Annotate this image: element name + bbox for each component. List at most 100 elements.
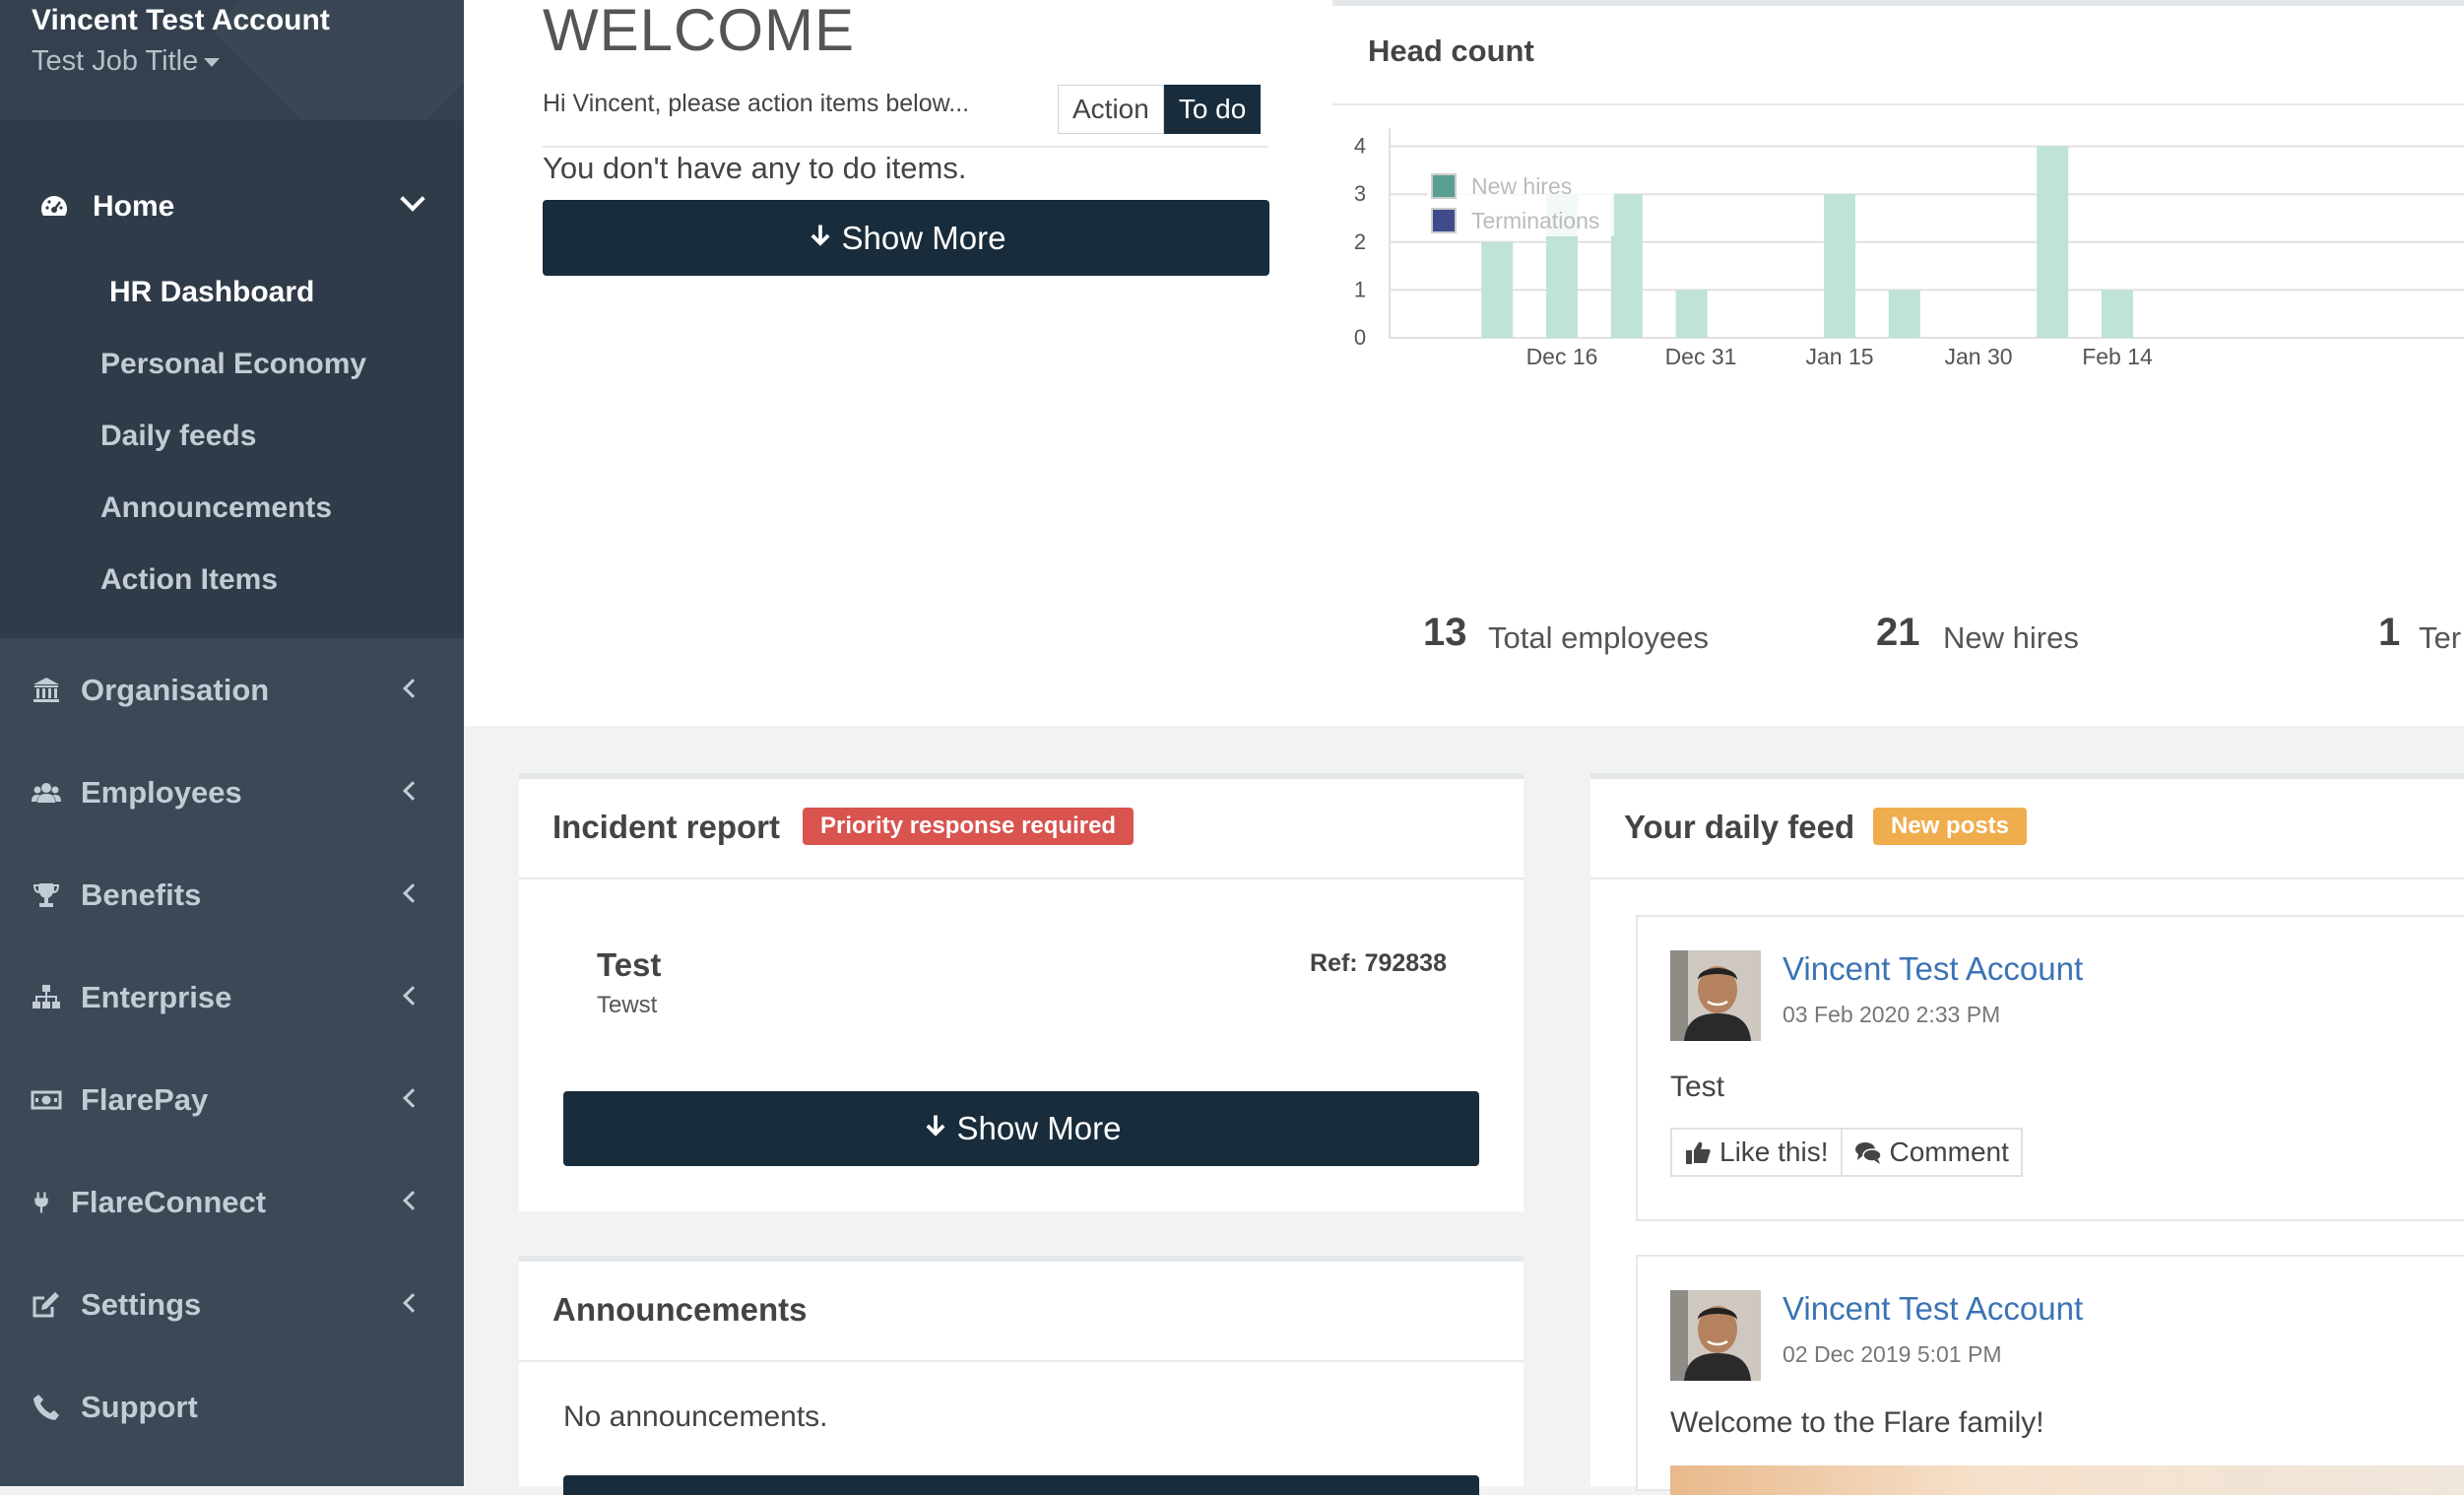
sidebar-subitem-hr-dashboard[interactable]: HR Dashboard bbox=[109, 276, 314, 309]
total-employees-count: 13 bbox=[1423, 611, 1467, 654]
sidebar-home-label: Home bbox=[93, 190, 175, 223]
phone-icon bbox=[30, 1391, 63, 1424]
trophy-icon bbox=[30, 878, 63, 912]
todo-show-more-button[interactable]: Show More bbox=[543, 200, 1269, 276]
avatar bbox=[1670, 1290, 1761, 1381]
priority-badge: Priority response required bbox=[803, 808, 1135, 845]
panel-border bbox=[1332, 0, 2464, 6]
post-actions: Like this! Comment bbox=[1670, 1128, 2023, 1177]
like-button[interactable]: Like this! bbox=[1670, 1128, 1843, 1177]
like-label: Like this! bbox=[1719, 1137, 1829, 1167]
sidebar-subitem-daily-feeds[interactable]: Daily feeds bbox=[100, 420, 256, 453]
sidebar-subitem-personal-economy[interactable]: Personal Economy bbox=[100, 348, 366, 381]
incident-report-card: Incident report Priority response requir… bbox=[519, 773, 1524, 1211]
x-tick-label: Dec 31 bbox=[1665, 344, 1737, 369]
terminations-count: 1 bbox=[2378, 611, 2401, 654]
chevron-left-icon bbox=[403, 1088, 422, 1108]
chevron-left-icon bbox=[403, 1293, 422, 1313]
incident-report-title: Incident report bbox=[552, 809, 781, 845]
incident-ref: Ref: 792838 bbox=[1310, 949, 1447, 977]
sidebar-item-flareconnect[interactable]: FlareConnect bbox=[30, 1178, 433, 1227]
money-icon bbox=[30, 1083, 63, 1117]
sitemap-icon bbox=[30, 981, 63, 1014]
job-title-dropdown[interactable]: Test Job Title bbox=[32, 45, 221, 78]
post-image bbox=[1670, 1465, 2464, 1495]
sidebar-item-employees[interactable]: Employees bbox=[30, 768, 433, 817]
announcements-show-more-button[interactable] bbox=[563, 1475, 1479, 1495]
avatar bbox=[1670, 950, 1761, 1041]
arrow-down-icon bbox=[807, 220, 834, 257]
new-hires-count: 21 bbox=[1876, 611, 1920, 654]
sidebar-subitem-announcements[interactable]: Announcements bbox=[100, 491, 332, 525]
post-date: 02 Dec 2019 5:01 PM bbox=[1783, 1341, 2002, 1367]
total-employees-label: Total employees bbox=[1488, 620, 1710, 655]
divider bbox=[519, 878, 1524, 879]
sidebar-item-benefits[interactable]: Benefits bbox=[30, 871, 433, 920]
chart-bar bbox=[2037, 146, 2069, 338]
legend-label: Terminations bbox=[1471, 208, 1599, 233]
sidebar-item-label: Enterprise bbox=[81, 980, 232, 1014]
chevron-left-icon bbox=[403, 781, 422, 801]
arrow-down-icon bbox=[922, 1110, 949, 1147]
announcements-title: Announcements bbox=[552, 1291, 808, 1328]
users-icon bbox=[30, 776, 63, 810]
feed-post: Vincent Test Account 02 Dec 2019 5:01 PM… bbox=[1636, 1255, 2464, 1495]
chevron-down-icon bbox=[400, 186, 425, 212]
headcount-title: Head count bbox=[1368, 33, 1534, 68]
bank-icon bbox=[30, 674, 63, 707]
comment-button[interactable]: Comment bbox=[1842, 1128, 2023, 1177]
show-more-label: Show More bbox=[956, 1110, 1122, 1146]
sidebar-item-organisation[interactable]: Organisation bbox=[30, 666, 433, 715]
chart-bar bbox=[1888, 290, 1920, 338]
announcements-empty-text: No announcements. bbox=[563, 1400, 828, 1433]
page-title: WELCOME bbox=[543, 0, 856, 63]
divider bbox=[543, 146, 1267, 148]
chart-bar bbox=[1610, 194, 1643, 338]
post-author-link[interactable]: Vincent Test Account bbox=[1783, 1290, 2083, 1328]
chevron-left-icon bbox=[403, 1191, 422, 1210]
incident-show-more-button[interactable]: Show More bbox=[563, 1091, 1479, 1166]
show-more-label: Show More bbox=[841, 219, 1006, 256]
incident-item-title[interactable]: Test bbox=[597, 946, 661, 984]
sidebar-item-home[interactable]: Home bbox=[37, 182, 431, 231]
toggle-action[interactable]: Action bbox=[1058, 85, 1164, 134]
chart-bar bbox=[1675, 290, 1708, 338]
sidebar-subitem-action-items[interactable]: Action Items bbox=[100, 563, 278, 597]
sidebar-item-label: FlareConnect bbox=[71, 1185, 267, 1219]
todo-empty-text: You don't have any to do items. bbox=[543, 151, 967, 185]
sidebar-item-label: Benefits bbox=[81, 878, 202, 912]
sidebar-item-settings[interactable]: Settings bbox=[30, 1280, 433, 1330]
divider bbox=[519, 1360, 1524, 1362]
comments-icon bbox=[1854, 1142, 1882, 1164]
y-tick-label: 2 bbox=[1354, 229, 1366, 254]
job-title-label: Test Job Title bbox=[32, 45, 199, 77]
chart-bar bbox=[2102, 290, 2133, 338]
action-todo-toggle: Action To do bbox=[1058, 85, 1262, 134]
headcount-panel: Head count 012345Dec 16Dec 31Jan 15Jan 3… bbox=[1332, 0, 2464, 726]
welcome-subtitle: Hi Vincent, please action items below... bbox=[543, 90, 970, 117]
caret-down-icon bbox=[204, 57, 221, 67]
chevron-left-icon bbox=[403, 883, 422, 903]
y-tick-label: 4 bbox=[1354, 134, 1366, 159]
sidebar-item-label: FlarePay bbox=[81, 1082, 209, 1117]
post-text: Test bbox=[1670, 1071, 1725, 1103]
divider bbox=[1590, 878, 2464, 879]
sidebar-item-label: Employees bbox=[81, 775, 242, 810]
thumbs-up-icon bbox=[1686, 1141, 1711, 1164]
toggle-todo[interactable]: To do bbox=[1163, 85, 1262, 134]
sidebar-item-flarepay[interactable]: FlarePay bbox=[30, 1075, 433, 1125]
post-text: Welcome to the Flare family! bbox=[1670, 1406, 2044, 1439]
y-tick-label: 0 bbox=[1354, 325, 1366, 350]
terminations-label: Ter bbox=[2419, 620, 2462, 655]
sidebar-item-support[interactable]: Support bbox=[30, 1383, 433, 1432]
chart-bar bbox=[1481, 241, 1514, 338]
sidebar-item-label: Support bbox=[81, 1390, 198, 1424]
dashboard-icon bbox=[37, 190, 71, 224]
chart-bar bbox=[1824, 194, 1855, 338]
legend-swatch bbox=[1431, 208, 1457, 233]
headcount-chart: 012345Dec 16Dec 31Jan 15Jan 30Feb 14New … bbox=[1354, 128, 2464, 369]
post-author-link[interactable]: Vincent Test Account bbox=[1783, 950, 2083, 988]
sidebar-item-enterprise[interactable]: Enterprise bbox=[30, 973, 433, 1022]
chevron-left-icon bbox=[403, 679, 422, 698]
legend-swatch bbox=[1431, 173, 1457, 199]
